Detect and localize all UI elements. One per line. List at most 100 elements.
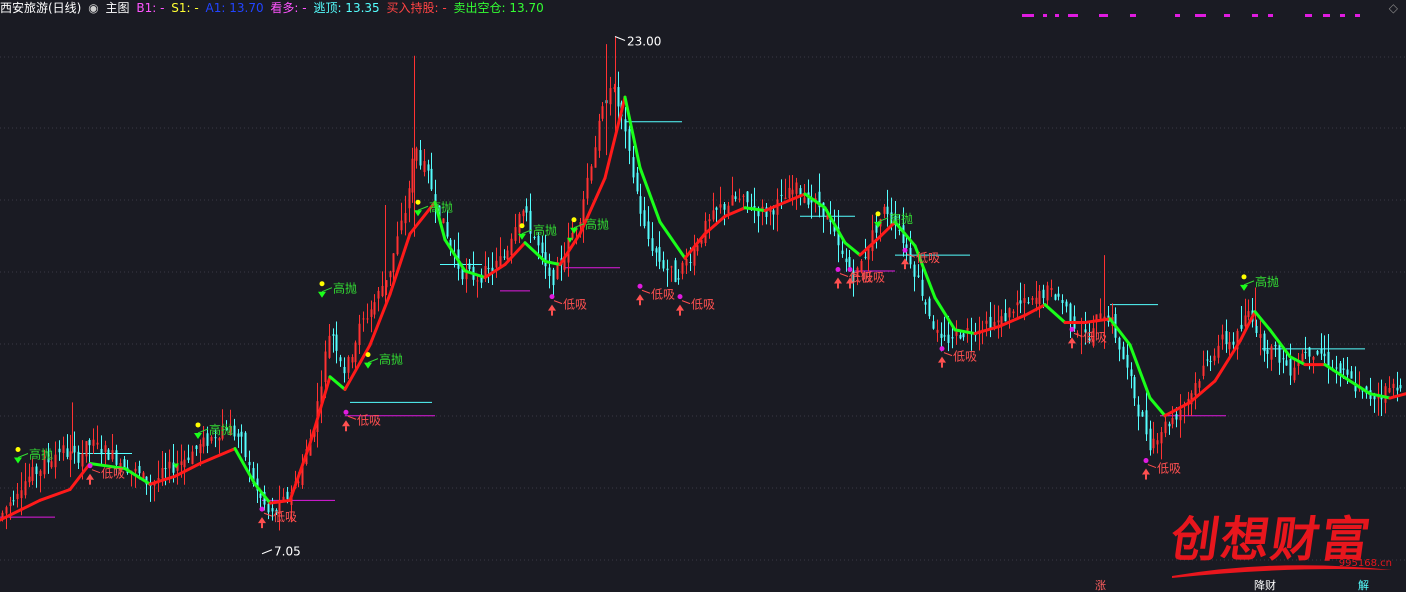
low-price-label: 7.05 — [274, 545, 301, 559]
sell-signal-label: 高抛 — [585, 217, 609, 232]
candle-body — [784, 197, 787, 199]
candle-body — [1171, 418, 1174, 425]
low-pointer — [261, 549, 273, 555]
candle-body — [959, 334, 962, 339]
top-dot — [1055, 14, 1059, 17]
candle-body — [951, 337, 954, 339]
candle-body — [487, 268, 490, 270]
sell-arrow-icon — [318, 291, 326, 298]
candle-body — [1263, 333, 1266, 352]
trend-segment — [1388, 392, 1406, 400]
buy-arrow-icon — [548, 304, 556, 311]
candle-body — [1312, 357, 1315, 360]
candle-body — [1031, 298, 1034, 300]
watermark-url: 995168.cn — [1338, 558, 1392, 569]
top-dot — [1305, 14, 1312, 17]
candle-body — [54, 454, 57, 468]
candle-body — [1198, 381, 1201, 388]
top-dot — [1195, 14, 1206, 17]
candle-body — [601, 106, 604, 119]
candle-body — [1035, 297, 1038, 304]
candle-body — [9, 502, 12, 507]
candle-body — [670, 266, 673, 268]
candle-body — [1206, 359, 1209, 361]
candle-body — [499, 256, 502, 267]
candle-body — [772, 210, 775, 215]
candle-body — [1247, 311, 1250, 318]
candle-body — [343, 366, 346, 374]
candle-body — [1278, 344, 1281, 363]
candle-body — [442, 218, 445, 224]
candle-body — [400, 220, 403, 231]
candle-body — [107, 449, 110, 460]
candle-body — [1320, 348, 1323, 354]
candle-body — [883, 206, 886, 214]
candle-body — [674, 260, 677, 282]
candle-body — [77, 451, 80, 463]
candle-body — [88, 440, 91, 446]
candle-body — [1304, 351, 1307, 354]
candle-body — [339, 357, 342, 362]
candle-body — [788, 187, 791, 199]
top-dot — [1252, 14, 1258, 17]
candle-body — [16, 493, 19, 500]
candle-body — [936, 329, 939, 333]
candle-body — [1225, 331, 1228, 345]
candles — [1, 36, 1402, 531]
trend-segment — [1188, 379, 1217, 404]
buy-arrow-icon — [901, 258, 909, 265]
candle-body — [381, 285, 384, 297]
candle-body — [370, 309, 373, 317]
candle-body — [510, 238, 513, 256]
buy-signal-label: 低吸 — [1157, 462, 1181, 476]
top-dot — [1043, 14, 1047, 17]
high-price-label: 23.00 — [627, 34, 661, 48]
buy-arrow-icon — [676, 304, 684, 311]
trend-segment — [703, 214, 727, 236]
candle-body — [1221, 334, 1224, 340]
trend-segment — [308, 375, 332, 446]
candle-body — [335, 334, 338, 351]
candle-body — [1027, 302, 1030, 304]
trend-segment — [998, 313, 1027, 328]
candle-body — [1099, 313, 1102, 319]
candle-body — [594, 147, 597, 168]
buy-arrow-icon — [258, 517, 266, 524]
candle-body — [248, 461, 251, 466]
candle-body — [962, 333, 965, 338]
candle-body — [138, 465, 141, 474]
candle-body — [518, 213, 521, 233]
candle-body — [1, 512, 4, 518]
candle-body — [354, 342, 357, 363]
buy-dot — [87, 463, 93, 469]
buy-signal-label: 低吸 — [273, 510, 297, 524]
candle-body — [408, 188, 411, 209]
buy-dot — [343, 409, 349, 415]
candle-body — [164, 468, 167, 470]
candle-body — [1399, 385, 1402, 389]
buy-signal-label: 低吸 — [861, 271, 885, 285]
candle-body — [411, 158, 414, 193]
candle-body — [1012, 311, 1015, 314]
buy-dot — [847, 267, 853, 273]
candle-body — [1168, 423, 1171, 427]
buy-dot — [1143, 458, 1149, 464]
candle-body — [20, 490, 23, 499]
candle-body — [742, 195, 745, 197]
candle-body — [696, 245, 699, 252]
candle-body — [96, 442, 99, 445]
candle-body — [1126, 354, 1129, 368]
candle-body — [719, 204, 722, 208]
candle-body — [1149, 428, 1152, 451]
buy-signal-label: 低吸 — [691, 298, 715, 312]
candle-body — [803, 197, 806, 203]
buy-arrow-icon — [938, 356, 946, 363]
candle-body — [180, 461, 183, 466]
sell-signal-label: 高抛 — [429, 199, 453, 214]
sell-signal-label: 高抛 — [29, 446, 53, 461]
candle-body — [1057, 293, 1060, 297]
buy-signal-label: 低吸 — [563, 298, 587, 312]
top-dot — [1175, 14, 1180, 17]
candle-body — [58, 448, 61, 453]
candle-body — [240, 431, 243, 437]
